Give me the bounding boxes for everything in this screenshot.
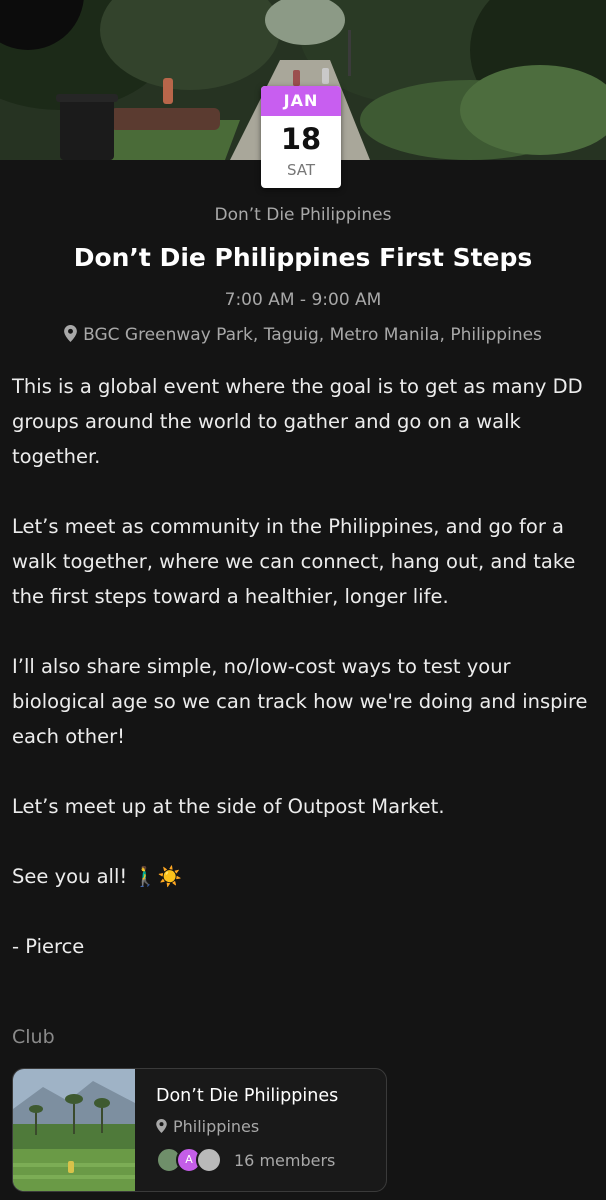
club-section-label: Club xyxy=(12,1026,55,1048)
description-paragraph: This is a global event where the goal is… xyxy=(12,375,583,468)
event-description: This is a global event where the goal is… xyxy=(12,369,596,964)
date-day: 18 xyxy=(280,122,322,156)
club-card[interactable]: Don’t Die Philippines Philippines A 16 m… xyxy=(12,1068,387,1192)
event-location[interactable]: BGC Greenway Park, Taguig, Metro Manila,… xyxy=(0,325,606,345)
date-month: JAN xyxy=(261,86,341,116)
description-paragraph: Let’s meet up at the side of Outpost Mar… xyxy=(12,795,445,818)
description-signature: - Pierce xyxy=(12,935,85,958)
member-avatars: A xyxy=(156,1147,234,1173)
members-count: 16 members xyxy=(234,1150,336,1170)
date-weekday: SAT xyxy=(286,161,316,179)
avatar xyxy=(196,1147,222,1173)
event-title: Don’t Die Philippines First Steps xyxy=(73,243,533,272)
club-name: Don’t Die Philippines xyxy=(156,1086,339,1106)
event-location-text: BGC Greenway Park, Taguig, Metro Manila,… xyxy=(83,325,542,345)
description-paragraph: I’ll also share simple, no/low-cost ways… xyxy=(12,655,588,748)
club-thumbnail xyxy=(13,1069,135,1191)
club-location-text: Philippines xyxy=(173,1117,260,1136)
club-location: Philippines xyxy=(156,1117,259,1136)
location-pin-icon xyxy=(64,325,77,342)
event-time: 7:00 AM - 9:00 AM xyxy=(224,290,382,310)
description-paragraph: See you all! 🚶‍♂️☀️ xyxy=(12,865,182,888)
description-paragraph: Let’s meet as community in the Philippin… xyxy=(12,515,576,608)
event-organizer[interactable]: Don’t Die Philippines xyxy=(0,205,606,225)
location-pin-icon xyxy=(156,1119,167,1133)
club-members: A 16 members xyxy=(156,1147,335,1173)
event-date-badge: JAN 18 SAT xyxy=(261,86,341,188)
